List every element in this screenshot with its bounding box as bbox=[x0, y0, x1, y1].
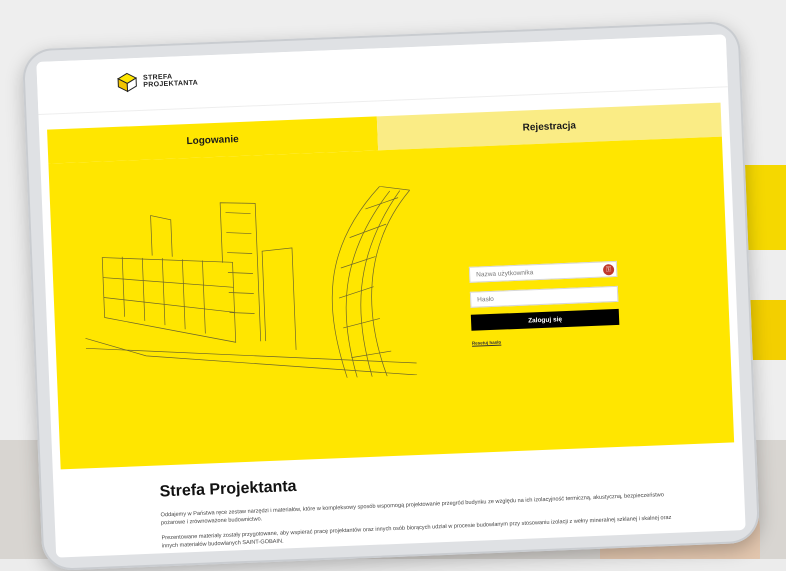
password-field[interactable]: Hasło bbox=[469, 285, 619, 308]
tablet-device: STREFA PROJEKTANTA Logowanie Rejestracja bbox=[21, 20, 761, 571]
cube-logo-icon bbox=[117, 72, 138, 93]
tablet-screen: STREFA PROJEKTANTA Logowanie Rejestracja bbox=[36, 34, 746, 558]
logo-line-2: PROJEKTANTA bbox=[143, 79, 199, 89]
tab-register-label: Rejestracja bbox=[522, 119, 577, 134]
username-placeholder: Nazwa użytkownika bbox=[476, 268, 534, 279]
intro-section: Strefa Projektanta Oddajemy w Państwa rę… bbox=[159, 463, 682, 558]
logo[interactable]: STREFA PROJEKTANTA bbox=[117, 69, 204, 93]
login-button[interactable]: Zaloguj się bbox=[470, 308, 620, 331]
login-hero: Nazwa użytkownika ⚿ Hasło Zaloguj się Re… bbox=[48, 136, 735, 470]
reset-password-link[interactable]: Resetuj hasło bbox=[472, 335, 622, 346]
password-placeholder: Hasło bbox=[477, 295, 494, 304]
password-manager-icon[interactable]: ⚿ bbox=[602, 264, 615, 276]
page-header: STREFA PROJEKTANTA bbox=[36, 34, 728, 116]
login-form: Nazwa użytkownika ⚿ Hasło Zaloguj się Re… bbox=[468, 260, 622, 346]
username-field[interactable]: Nazwa użytkownika ⚿ bbox=[468, 260, 618, 283]
login-button-label: Zaloguj się bbox=[527, 315, 563, 325]
logo-text: STREFA PROJEKTANTA bbox=[143, 72, 204, 89]
tab-login-label: Logowanie bbox=[186, 133, 239, 147]
architecture-sketch-illustration bbox=[85, 185, 418, 378]
